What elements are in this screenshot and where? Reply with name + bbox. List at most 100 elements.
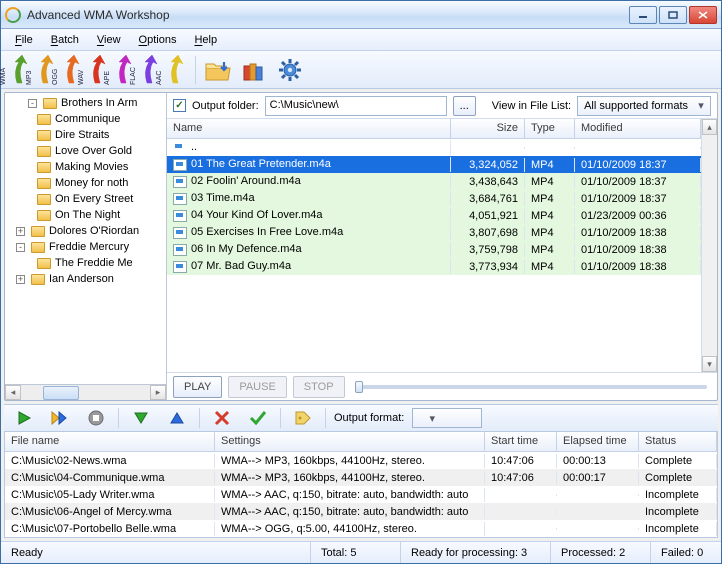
scroll-right-button[interactable]: ▸ [150, 385, 166, 400]
output-folder-checkbox[interactable]: ✓ [173, 99, 186, 112]
expand-toggle[interactable]: + [16, 227, 25, 236]
tree-label: Brothers In Arm [61, 97, 137, 109]
tree-item[interactable]: On Every Street [7, 191, 164, 207]
col-type[interactable]: Type [525, 119, 575, 138]
play-queue-icon[interactable] [10, 404, 38, 432]
tree-item[interactable]: -Freddie Mercury [7, 239, 164, 255]
scroll-left-button[interactable]: ◂ [5, 385, 21, 400]
tree-hscrollbar[interactable]: ◂ ▸ [5, 384, 166, 400]
pause-button[interactable]: PAUSE [228, 376, 286, 398]
file-row[interactable]: .. [167, 139, 701, 156]
move-down-icon[interactable] [127, 404, 155, 432]
statusbar: Ready Total: 5 Ready for processing: 3 P… [1, 541, 721, 563]
expand-toggle[interactable]: - [28, 99, 37, 108]
close-button[interactable] [689, 6, 717, 24]
menu-view[interactable]: View [89, 32, 129, 48]
browse-button[interactable]: ... [453, 96, 476, 116]
folder-tree[interactable]: - Brothers In Arm Communique Dire StraitsLo… [5, 93, 166, 384]
tree-item[interactable]: Dire Straits [7, 127, 164, 143]
tree-item[interactable]: +Dolores O'Riordan [7, 223, 164, 239]
maximize-button[interactable] [659, 6, 687, 24]
tree-item[interactable]: Making Movies [7, 159, 164, 175]
stop-queue-icon[interactable] [82, 404, 110, 432]
file-row[interactable]: 07 Mr. Bad Guy.m4a3,773,934MP401/10/2009… [167, 258, 701, 275]
qcol-status[interactable]: Status [639, 432, 717, 451]
tree-label: On Every Street [55, 193, 133, 205]
output-folder-input[interactable]: C:\Music\new\ [265, 96, 447, 116]
convert-to-aac-button[interactable]: AAC [165, 55, 187, 85]
file-row[interactable]: 04 Your Kind Of Lover.m4a4,051,921MP401/… [167, 207, 701, 224]
open-folder-icon[interactable] [204, 56, 232, 84]
titlebar: Advanced WMA Workshop [1, 1, 721, 29]
scroll-up-button[interactable]: ▴ [702, 119, 717, 135]
stop-button[interactable]: STOP [293, 376, 345, 398]
file-row[interactable]: 06 In My Defence.m4a3,759,798MP401/10/20… [167, 241, 701, 258]
books-icon[interactable] [240, 56, 268, 84]
menu-batch[interactable]: Batch [43, 32, 87, 48]
tree-item[interactable]: The Freddie Me [7, 255, 164, 271]
file-vscrollbar[interactable]: ▴ ▾ [701, 119, 717, 372]
gear-icon[interactable] [276, 56, 304, 84]
file-icon [173, 261, 187, 273]
queue-row[interactable]: C:\Music\06-Angel of Mercy.wmaWMA--> AAC… [5, 503, 717, 520]
tree-item[interactable]: +Ian Anderson [7, 271, 164, 287]
col-name[interactable]: Name [167, 119, 451, 138]
folder-icon [37, 178, 51, 189]
folder-icon [37, 210, 51, 221]
skip-icon[interactable] [46, 404, 74, 432]
menu-options[interactable]: Options [131, 32, 185, 48]
queue-row[interactable]: C:\Music\05-Lady Writer.wmaWMA--> AAC, q… [5, 486, 717, 503]
file-list-header[interactable]: Name Size Type Modified [167, 119, 701, 139]
tree-item[interactable]: Communique [7, 111, 164, 127]
tree-item[interactable]: Love Over Gold [7, 143, 164, 159]
menu-file[interactable]: File [7, 32, 41, 48]
expand-toggle[interactable]: + [16, 275, 25, 284]
file-icon [173, 244, 187, 256]
delete-icon[interactable] [208, 404, 236, 432]
folder-icon [37, 146, 51, 157]
menu-help[interactable]: Help [186, 32, 225, 48]
folder-icon [43, 98, 57, 109]
qcol-file[interactable]: File name [5, 432, 215, 451]
status-processed: Processed: 2 [551, 542, 651, 563]
queue-header[interactable]: File name Settings Start time Elapsed ti… [5, 432, 717, 452]
tree-item[interactable]: Money for noth [7, 175, 164, 191]
tree-label: Communique [55, 113, 120, 125]
play-button[interactable]: PLAY [173, 376, 222, 398]
scroll-down-button[interactable]: ▾ [702, 356, 717, 372]
tree-label: On The Night [55, 209, 120, 221]
qcol-start[interactable]: Start time [485, 432, 557, 451]
minimize-button[interactable] [629, 6, 657, 24]
col-size[interactable]: Size [451, 119, 525, 138]
queue-row[interactable]: C:\Music\07-Portobello Belle.wmaWMA--> O… [5, 520, 717, 537]
output-format-dropdown[interactable]: ▾ [412, 408, 482, 428]
check-icon[interactable] [244, 404, 272, 432]
output-folder-label: Output folder: [192, 100, 259, 112]
folder-icon [37, 194, 51, 205]
expand-toggle[interactable]: - [16, 243, 25, 252]
qcol-settings[interactable]: Settings [215, 432, 485, 451]
view-filter-dropdown[interactable]: All supported formats▾ [577, 96, 711, 116]
scroll-thumb[interactable] [43, 386, 79, 400]
tag-icon[interactable] [289, 404, 317, 432]
status-ready-count: Ready for processing: 3 [401, 542, 551, 563]
file-icon [173, 193, 187, 205]
file-icon [173, 210, 187, 222]
seek-slider[interactable] [355, 385, 707, 389]
move-up-icon[interactable] [163, 404, 191, 432]
seek-knob[interactable] [355, 381, 363, 393]
file-row[interactable]: 01 The Great Pretender.m4a3,324,052MP401… [167, 156, 701, 173]
queue-row[interactable]: C:\Music\04-Communique.wmaWMA--> MP3, 16… [5, 469, 717, 486]
queue-row[interactable]: C:\Music\02-News.wmaWMA--> MP3, 160kbps,… [5, 452, 717, 469]
col-modified[interactable]: Modified [575, 119, 701, 138]
file-icon [173, 176, 187, 188]
qcol-elapsed[interactable]: Elapsed time [557, 432, 639, 451]
tree-item[interactable]: On The Night [7, 207, 164, 223]
file-row[interactable]: 02 Foolin' Around.m4a3,438,643MP401/10/2… [167, 173, 701, 190]
tree-item[interactable]: - Brothers In Arm [7, 95, 164, 111]
file-icon [173, 227, 187, 239]
file-row[interactable]: 03 Time.m4a3,684,761MP401/10/2009 18:37 [167, 190, 701, 207]
tree-label: Making Movies [55, 161, 128, 173]
file-row[interactable]: 05 Exercises In Free Love.m4a3,807,698MP… [167, 224, 701, 241]
format-toolbar: WMAMP3OGGWAVAPEFLACAAC [1, 51, 721, 89]
